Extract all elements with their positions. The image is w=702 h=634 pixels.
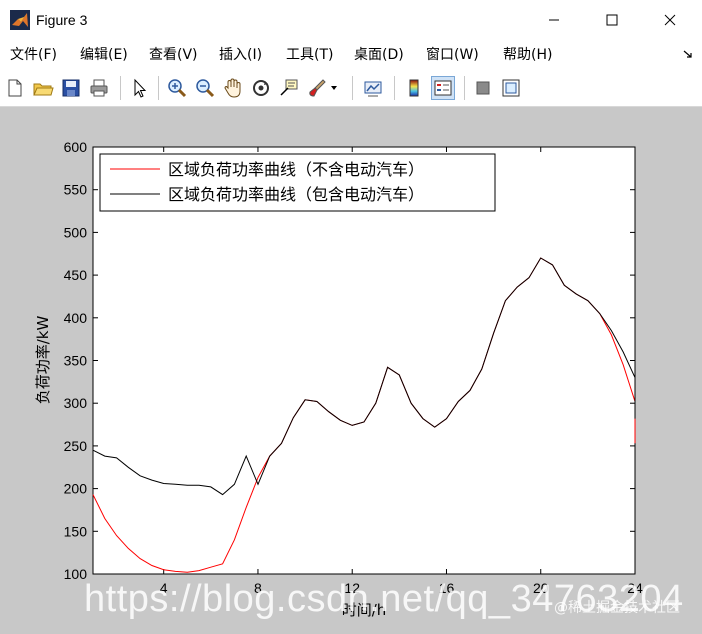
toolbar-separator bbox=[120, 76, 121, 100]
save-icon[interactable] bbox=[60, 77, 82, 99]
y-tick-label: 450 bbox=[64, 267, 88, 283]
toolbar-separator bbox=[158, 76, 159, 100]
dropdown-arrow-icon[interactable] bbox=[330, 85, 338, 91]
toolbar-separator bbox=[394, 76, 395, 100]
y-tick-label: 400 bbox=[64, 310, 88, 326]
legend: 区域负荷功率曲线（不含电动汽车） 区域负荷功率曲线（包含电动汽车） bbox=[99, 153, 496, 212]
show-plot-tools-icon[interactable] bbox=[500, 77, 522, 99]
brush-icon[interactable] bbox=[306, 77, 328, 99]
minimize-icon bbox=[549, 19, 559, 21]
menu-edit[interactable]: 编辑(E) bbox=[80, 46, 128, 64]
y-tick-label: 300 bbox=[64, 395, 88, 411]
new-figure-icon[interactable] bbox=[4, 77, 26, 99]
close-button[interactable] bbox=[642, 0, 698, 40]
y-tick-label: 550 bbox=[64, 182, 88, 198]
watermark-tag: @稀土掘金技术社区 bbox=[554, 600, 680, 616]
menu-view[interactable]: 查看(V) bbox=[149, 46, 198, 64]
y-axis-label: 负荷功率/kW bbox=[34, 316, 52, 405]
toolbar-separator bbox=[464, 76, 465, 100]
matlab-logo-icon bbox=[10, 10, 30, 30]
legend-label-with-ev: 区域负荷功率曲线（包含电动汽车） bbox=[168, 185, 424, 204]
minimize-button[interactable] bbox=[526, 0, 582, 40]
y-tick-label: 150 bbox=[64, 523, 88, 539]
dock-arrow-icon[interactable] bbox=[682, 48, 694, 60]
y-tick-label: 200 bbox=[64, 481, 88, 497]
menu-insert[interactable]: 插入(I) bbox=[219, 46, 262, 64]
y-tick-label: 350 bbox=[64, 353, 88, 369]
menu-help[interactable]: 帮助(H) bbox=[503, 46, 552, 64]
legend-label-without-ev: 区域负荷功率曲线（不含电动汽车） bbox=[168, 160, 424, 179]
chart-svg: 1001502002503003504004505005506004 8 12 16 2… bbox=[34, 139, 643, 619]
legend-icon[interactable] bbox=[431, 76, 455, 100]
menu-tools[interactable]: 工具(T) bbox=[286, 46, 333, 64]
link-plot-icon[interactable] bbox=[362, 77, 384, 99]
colorbar-icon[interactable] bbox=[403, 77, 425, 99]
y-tick-label: 250 bbox=[64, 438, 88, 454]
zoom-out-icon[interactable] bbox=[194, 77, 216, 99]
maximize-button[interactable] bbox=[584, 0, 640, 40]
data-cursor-icon[interactable] bbox=[278, 77, 300, 99]
window-title: Figure 3 bbox=[36, 12, 88, 28]
figure-toolbar bbox=[0, 70, 702, 107]
toolbar-separator bbox=[352, 76, 353, 100]
open-file-icon[interactable] bbox=[32, 77, 54, 99]
y-tick-label: 500 bbox=[64, 224, 88, 240]
hide-plot-tools-icon[interactable] bbox=[472, 77, 494, 99]
title-bar: Figure 3 bbox=[0, 0, 702, 40]
y-tick-label: 600 bbox=[64, 139, 88, 155]
menu-bar: 文件(F) 编辑(E) 查看(V) 插入(I) 工具(T) 桌面(D) 窗口(W… bbox=[0, 40, 702, 70]
menu-file[interactable]: 文件(F) bbox=[10, 46, 57, 64]
zoom-in-icon[interactable] bbox=[166, 77, 188, 99]
rotate-3d-icon[interactable] bbox=[250, 77, 272, 99]
pointer-icon[interactable] bbox=[128, 77, 150, 99]
menu-desktop[interactable]: 桌面(D) bbox=[354, 46, 404, 64]
menu-window[interactable]: 窗口(W) bbox=[426, 46, 479, 64]
close-icon bbox=[664, 14, 676, 26]
figure-canvas: 100 150 200 250 300 350 400 450 500 550 600 4 8 12 16 2… bbox=[0, 107, 702, 634]
pan-hand-icon[interactable] bbox=[222, 77, 244, 99]
maximize-icon bbox=[606, 14, 618, 26]
print-icon[interactable] bbox=[88, 77, 110, 99]
